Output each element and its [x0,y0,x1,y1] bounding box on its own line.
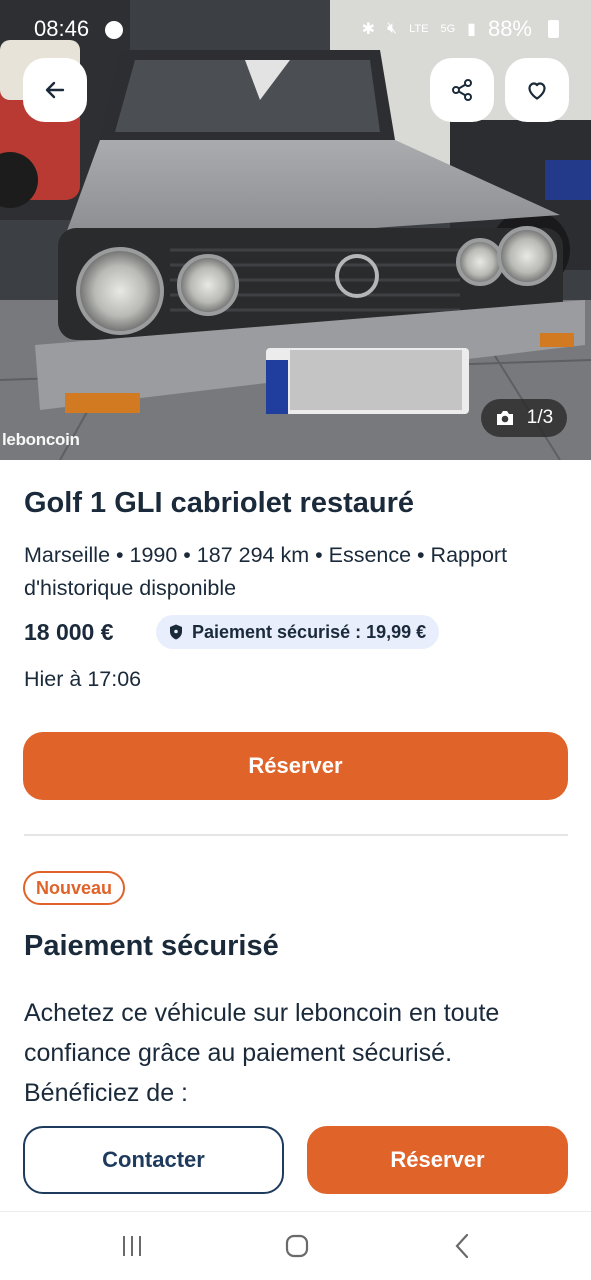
mute-icon: 🔇︎ [387,20,398,37]
arrow-left-icon [45,81,65,99]
battery-level: 88% [487,16,532,41]
reserve-button[interactable]: Réserver [23,732,568,800]
home-icon [285,1234,309,1258]
recent-apps-button[interactable] [112,1230,152,1262]
secure-payment-badge[interactable]: Paiement sécurisé : 19,99 € [156,615,440,649]
home-button[interactable] [277,1230,317,1262]
chevron-left-icon [455,1233,469,1259]
shield-icon [170,624,182,640]
leboncoin-watermark: leboncoin [2,430,80,449]
reserve-footer-button[interactable]: Réserver [307,1126,568,1194]
secure-payment-title: Paiement sécurisé [24,930,279,962]
bluetooth-icon: ✱ [361,21,375,38]
contact-button[interactable]: Contacter [23,1126,284,1194]
network-label: LTE [409,23,429,35]
secure-payment-text: Paiement sécurisé : 19,99 € [192,621,427,642]
camera-icon [496,411,513,425]
action-footer: Contacter Réserver [0,1107,591,1211]
signal-5g-label: 5G [440,23,456,35]
new-badge: Nouveau [23,871,126,905]
status-time: 08:46 [34,16,90,41]
ad-price: 18 000 € [24,619,114,645]
ad-date: Hier à 17:06 [24,667,142,691]
ad-title: Golf 1 GLI cabriolet restauré [24,487,414,519]
recent-apps-icon [123,1236,141,1256]
heart-icon [528,82,546,100]
car-photo [0,0,591,460]
system-back-button[interactable] [443,1230,483,1262]
favorite-button[interactable] [505,58,569,122]
system-navigation-bar [0,1211,591,1280]
photo-counter: 1/3 [481,399,567,437]
secure-payment-description: Achetez ce véhicule sur leboncoin en tou… [24,999,500,1107]
share-icon [452,79,472,101]
ad-meta: Marseille • 1990 • 187 294 km • Essence … [24,543,508,600]
status-bar: 08:46 ✱ 🔇︎ LTE 5G ▮ 88% [0,0,591,60]
photo-counter-text: 1/3 [526,407,554,428]
divider [24,834,568,836]
signal-icon: ▮ [467,21,476,38]
battery-icon [548,20,559,38]
photo-gallery[interactable]: 08:46 ✱ 🔇︎ LTE 5G ▮ 88% 1/3 leboncoin [0,0,591,460]
notification-icon [105,21,123,39]
back-button[interactable] [23,58,87,122]
share-button[interactable] [430,58,494,122]
